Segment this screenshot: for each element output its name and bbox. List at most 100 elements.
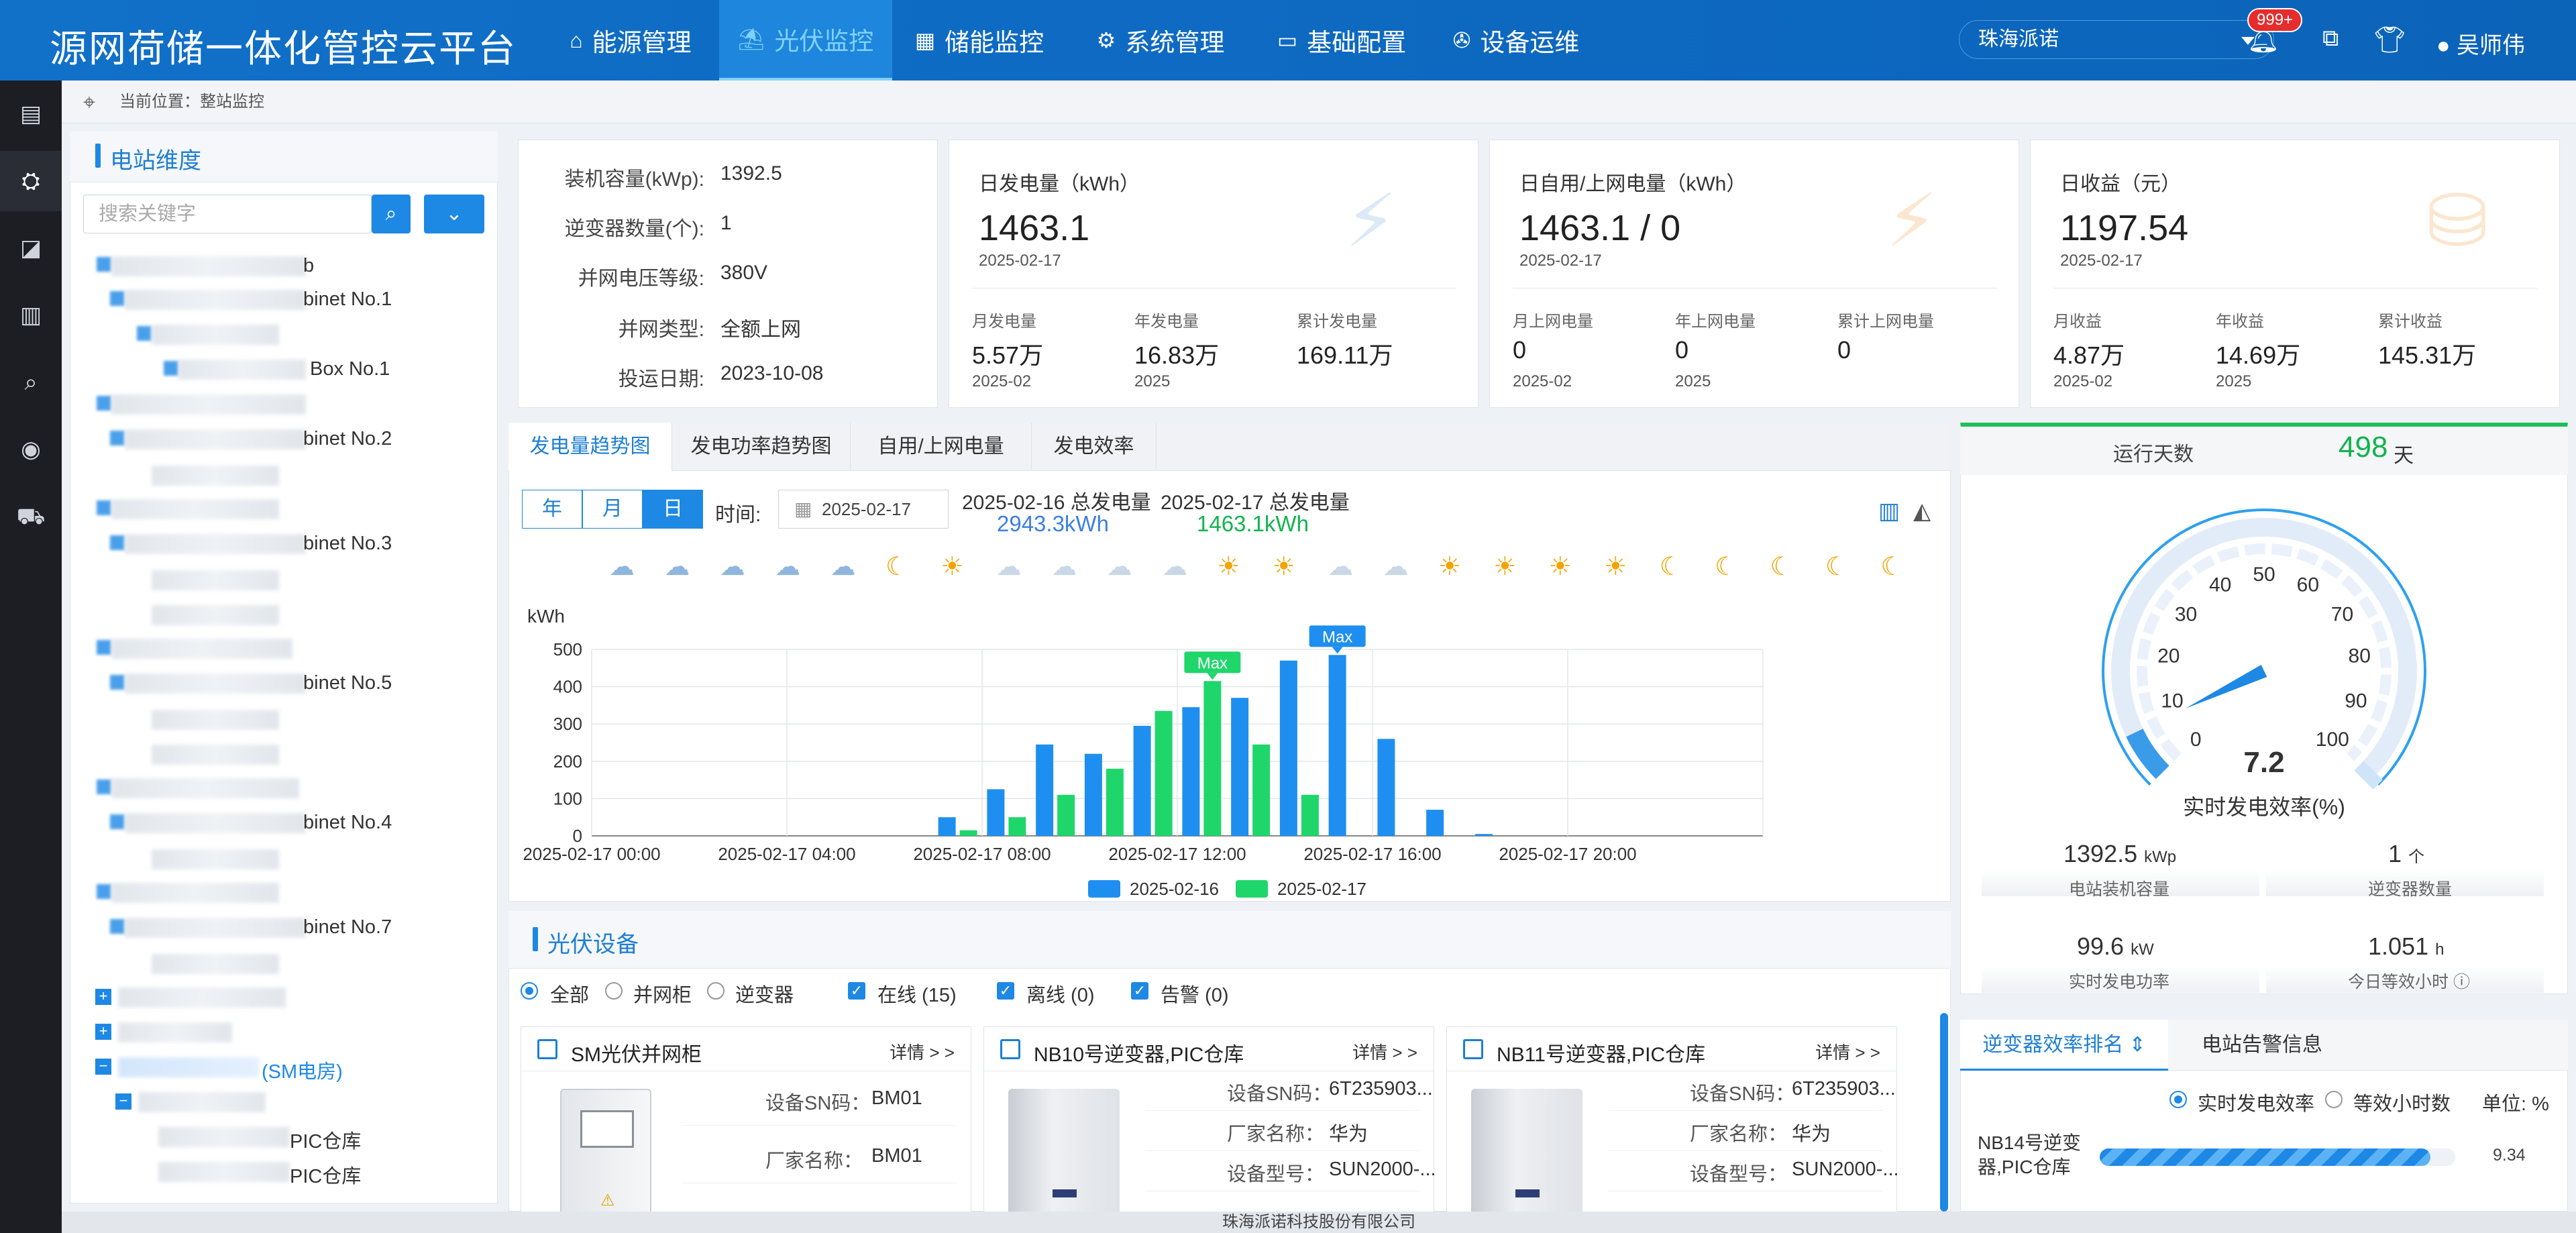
tree-node[interactable]: binet No.4 xyxy=(303,812,392,834)
nav-storage-monitoring[interactable]: ▦ 储能监控 xyxy=(899,0,1060,81)
user-menu[interactable]: ● 吴师伟 xyxy=(2436,27,2525,60)
sub-value: 0 xyxy=(1675,336,1689,364)
sub-value: 16.83万 xyxy=(1134,341,1220,369)
tree-node-marker xyxy=(137,326,152,341)
chart-monitor-icon[interactable]: ▤ xyxy=(16,99,46,129)
sub-value: 169.11万 xyxy=(1297,341,1393,369)
nav-basic-config[interactable]: ▭ 基础配置 xyxy=(1254,0,1429,81)
solar-station-icon[interactable]: ⛭ xyxy=(16,166,46,196)
tab-self-use-grid[interactable]: 自用/上网电量 xyxy=(851,423,1032,471)
nav-system-management[interactable]: ⚙ 系统管理 xyxy=(1073,0,1248,81)
camera-icon[interactable]: ◉ xyxy=(16,435,46,464)
cabinet-icon xyxy=(537,1039,557,1059)
y-axis-unit: kWh xyxy=(527,606,565,627)
devices-scrollbar[interactable] xyxy=(1940,1013,1948,1212)
tree-node[interactable]: binet No.7 xyxy=(303,916,392,939)
device-details-link[interactable]: 详情 > > xyxy=(890,1039,955,1064)
expand-all-button[interactable]: ⌄ xyxy=(424,195,484,233)
sub-label: 累计发电量 xyxy=(1297,313,1377,331)
tree-node[interactable]: PIC仓库 xyxy=(290,1126,361,1154)
wrench-icon: ✇ xyxy=(1452,28,1471,52)
device-field-value: BM01 xyxy=(871,1145,922,1167)
filter-alarm-checkbox[interactable]: ✓ xyxy=(1131,982,1148,1000)
daily-generation-card: 日发电量（kWh） 1463.1 2025-02-17 ⚡︎ 月发电量 5.57… xyxy=(949,140,1479,408)
footer: 珠海派诺科技股份有限公司 xyxy=(62,1212,2576,1233)
tree-expand-icon[interactable]: + xyxy=(95,1024,111,1040)
chart-tabs: 发电量趋势图 发电功率趋势图 自用/上网电量 发电效率 xyxy=(508,423,1951,471)
device-field-label: 设备型号： xyxy=(1690,1164,1788,1185)
filter-inverter-radio[interactable] xyxy=(707,982,724,1000)
search-doc-icon[interactable]: ⌕ xyxy=(16,368,46,397)
tree-node[interactable]: b xyxy=(303,255,314,277)
filter-offline-checkbox[interactable]: ✓ xyxy=(997,982,1014,1000)
bar xyxy=(987,789,1005,836)
tree-node[interactable]: binet No.2 xyxy=(303,428,392,450)
filter-grid-cabinet-radio[interactable] xyxy=(605,982,623,1000)
tree-node[interactable]: binet No.1 xyxy=(303,288,392,311)
nav-device-maintenance[interactable]: ✇ 设备运维 xyxy=(1429,0,1603,81)
device-details-link[interactable]: 详情 > > xyxy=(1815,1039,1880,1064)
notification-badge: 999+ xyxy=(2247,8,2303,32)
tree-node[interactable]: binet No.3 xyxy=(303,533,392,555)
bar-chart-toggle-icon[interactable]: ▥ xyxy=(1878,498,1900,525)
time-label: 时间: xyxy=(715,504,761,526)
line-chart-icon[interactable]: ◪ xyxy=(16,233,46,263)
tab-efficiency[interactable]: 发电效率 xyxy=(1032,423,1157,471)
nav-energy-management[interactable]: ⌂ 能源管理 xyxy=(550,0,711,81)
stat-value: 1.051 h xyxy=(2368,932,2445,960)
device-name: NB10号逆变器,PIC仓库 xyxy=(1034,1044,1244,1066)
divider xyxy=(1145,1150,1420,1151)
device-details-link[interactable]: 详情 > > xyxy=(1352,1039,1417,1064)
sub-label: 累计上网电量 xyxy=(1837,313,1934,331)
tree-node-selected[interactable]: (SM电房) xyxy=(262,1056,343,1084)
blurred-text xyxy=(152,710,279,730)
translate-icon[interactable]: ⧉ xyxy=(2322,25,2339,52)
period-year-button[interactable]: 年 xyxy=(522,490,582,529)
tab-power-trend[interactable]: 发电功率趋势图 xyxy=(672,423,851,471)
blurred-text xyxy=(152,466,279,486)
station-select[interactable]: 珠海派诺 xyxy=(1959,20,2274,59)
rank-by-efficiency-radio[interactable] xyxy=(2169,1091,2187,1108)
truck-icon[interactable]: ⛟ xyxy=(16,502,46,531)
divider xyxy=(1145,1110,1420,1111)
tree-node-marker xyxy=(97,780,111,794)
rank-by-hours-radio[interactable] xyxy=(2325,1091,2343,1108)
tree-node[interactable]: PIC仓库 xyxy=(290,1161,361,1189)
tree-node[interactable]: Box No.1 xyxy=(310,358,390,380)
partly-cloudy-icon: ☁ xyxy=(1162,553,1187,581)
nav-pv-monitoring[interactable]: ⛱ 光伏监控 xyxy=(719,0,892,81)
partly-cloudy-icon: ☁ xyxy=(1383,553,1409,581)
coins-icon: ⛁ xyxy=(2426,180,2489,262)
tab-generation-trend[interactable]: 发电量趋势图 xyxy=(508,423,672,471)
kpi-value: 1463.1 xyxy=(979,208,1090,248)
tab-inverter-ranking[interactable]: 逆变器效率排名 ⇕ xyxy=(1960,1020,2168,1071)
search-button[interactable]: ⌕ xyxy=(372,195,411,233)
device-card[interactable]: NB10号逆变器,PIC仓库 详情 > > 设备SN码： 6T235903...… xyxy=(983,1026,1436,1228)
info-value: 1392.5 xyxy=(720,162,782,184)
tab-station-alarms[interactable]: 电站告警信息 xyxy=(2168,1020,2356,1071)
bar xyxy=(1301,794,1319,836)
sub-date: 2025-02 xyxy=(2053,372,2113,390)
device-card[interactable]: NB11号逆变器,PIC仓库 详情 > > 设备SN码： 6T235903...… xyxy=(1446,1026,1899,1228)
area-chart-toggle-icon[interactable]: ◭ xyxy=(1913,498,1931,525)
gear-icon: ⚙ xyxy=(1096,28,1116,52)
tree-node[interactable]: binet No.5 xyxy=(303,672,392,694)
tree-search-input[interactable]: 搜索关键字 xyxy=(83,195,372,233)
ranking-item-value: 9.34 xyxy=(2493,1146,2526,1165)
report-icon[interactable]: ▥ xyxy=(16,301,46,330)
period-month-button[interactable]: 月 xyxy=(582,490,643,529)
bar xyxy=(1328,655,1346,836)
tree-collapse-icon[interactable]: − xyxy=(95,1059,111,1075)
tree-collapse-icon[interactable]: − xyxy=(115,1093,131,1110)
tree-expand-icon[interactable]: + xyxy=(95,989,111,1005)
y-tick-label: 400 xyxy=(553,677,582,697)
period-day-button[interactable]: 日 xyxy=(643,490,703,529)
rain-cloud-icon: ☁ xyxy=(664,553,690,581)
filter-all-radio[interactable] xyxy=(521,982,538,1000)
filter-online-checkbox[interactable]: ✓ xyxy=(848,982,865,1000)
shirt-icon[interactable]: 👕︎ xyxy=(2373,25,2406,55)
device-card[interactable]: SM光伏并网柜 详情 > > ⚠ 设备SN码： BM01 厂家名称： BM01 xyxy=(521,1026,971,1228)
sub-label: 月收益 xyxy=(2053,313,2102,331)
rank-by-efficiency-label: 实时发电效率 xyxy=(2198,1093,2315,1115)
bar xyxy=(1252,744,1271,836)
